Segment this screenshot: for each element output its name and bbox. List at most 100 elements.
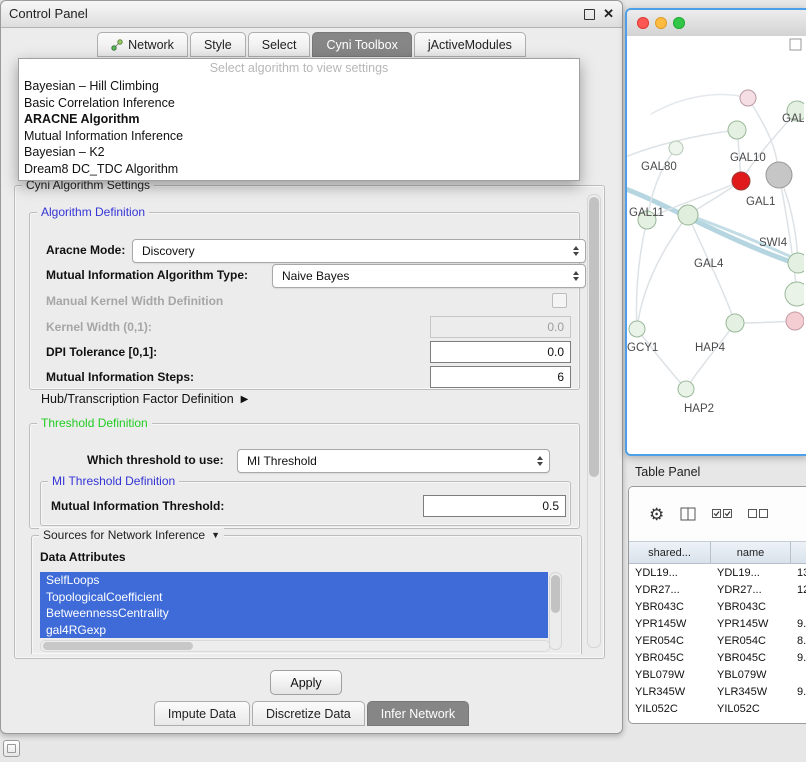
network-edge[interactable] bbox=[627, 188, 804, 268]
kernel-width-field[interactable]: 0.0 bbox=[430, 316, 571, 338]
table-cell: YIL052C bbox=[711, 700, 791, 717]
algorithm-option-bayesian-hill-climbing[interactable]: Bayesian – Hill Climbing bbox=[19, 78, 579, 95]
column-header-2[interactable] bbox=[791, 542, 806, 563]
network-node[interactable] bbox=[669, 141, 683, 155]
mi-type-select[interactable]: Naive Bayes bbox=[272, 264, 586, 288]
manual-kernel-checkbox[interactable] bbox=[552, 293, 567, 308]
tab-jactivemodules[interactable]: jActiveModules bbox=[414, 32, 526, 57]
table-row[interactable]: YBL079WYBL079W bbox=[629, 666, 806, 683]
network-edge[interactable] bbox=[637, 329, 686, 389]
close-icon[interactable]: ✕ bbox=[603, 1, 614, 27]
columns-icon[interactable] bbox=[680, 506, 696, 522]
mac-close-icon[interactable] bbox=[637, 17, 649, 29]
table-row[interactable]: YDR27...YDR27...12 bbox=[629, 581, 806, 598]
column-header-name[interactable]: name bbox=[711, 542, 791, 563]
network-node[interactable] bbox=[740, 90, 756, 106]
network-canvas[interactable]: GALGAL80GAL10GAL11GAL1SWI4GAL4GCY1HAP4HA… bbox=[627, 36, 806, 454]
algorithm-option-mutual-information-inference[interactable]: Mutual Information Inference bbox=[19, 128, 579, 145]
attributes-hscrollbar-thumb[interactable] bbox=[43, 642, 193, 650]
settings-scrollbar-thumb[interactable] bbox=[589, 197, 599, 477]
algorithm-option-basic-correlation-inference[interactable]: Basic Correlation Inference bbox=[19, 95, 579, 112]
attributes-vscrollbar[interactable] bbox=[549, 572, 562, 650]
attribute-item-betweennesscentrality[interactable]: BetweennessCentrality bbox=[40, 605, 548, 622]
tab-network[interactable]: Network bbox=[97, 32, 188, 57]
tab-label: Infer Network bbox=[381, 707, 455, 721]
tab-discretize-data[interactable]: Discretize Data bbox=[252, 701, 365, 726]
sources-group-title: Sources for Network Inference bbox=[43, 528, 205, 543]
network-node[interactable] bbox=[678, 205, 698, 225]
table-cell: 9. bbox=[791, 615, 806, 632]
attribute-item-topologicalcoefficient[interactable]: TopologicalCoefficient bbox=[40, 589, 548, 606]
attribute-item-gal4rgexp[interactable]: gal4RGexp bbox=[40, 622, 548, 639]
attributes-hscrollbar[interactable] bbox=[40, 640, 550, 652]
settings-scrollbar[interactable] bbox=[587, 194, 601, 648]
network-edge[interactable] bbox=[686, 323, 735, 389]
table-row[interactable]: YIL052CYIL052C bbox=[629, 700, 806, 717]
control-panel-titlebar[interactable]: Control Panel ✕ bbox=[1, 1, 622, 28]
node-label-gal11: GAL11 bbox=[629, 207, 664, 219]
column-header-shared[interactable]: shared... bbox=[629, 542, 711, 563]
algorithm-option-bayesian-k2[interactable]: Bayesian – K2 bbox=[19, 144, 579, 161]
data-attributes-list: SelfLoopsTopologicalCoefficientBetweenne… bbox=[40, 572, 548, 638]
tab-cyni-toolbox[interactable]: Cyni Toolbox bbox=[312, 32, 411, 57]
mi-threshold-field[interactable]: 0.5 bbox=[423, 495, 566, 517]
table-cell: YLR345W bbox=[629, 683, 711, 700]
tab-infer-network[interactable]: Infer Network bbox=[367, 701, 469, 726]
table-cell bbox=[791, 700, 806, 717]
mi-threshold-definition-group: MI Threshold Definition Mutual Informati… bbox=[40, 481, 571, 526]
mac-minimize-icon[interactable] bbox=[655, 17, 667, 29]
tab-style[interactable]: Style bbox=[190, 32, 246, 57]
checked-pair-icon[interactable] bbox=[712, 509, 732, 519]
table-row[interactable]: YBR043CYBR043C bbox=[629, 598, 806, 615]
network-window-titlebar[interactable] bbox=[627, 10, 806, 37]
tab-impute-data[interactable]: Impute Data bbox=[154, 701, 250, 726]
network-node[interactable] bbox=[678, 381, 694, 397]
dpi-tolerance-field[interactable]: 0.0 bbox=[430, 341, 571, 363]
tab-label: Network bbox=[128, 38, 174, 52]
network-node[interactable] bbox=[732, 172, 750, 190]
sources-group-toggle[interactable]: Sources for Network Inference ▼ bbox=[39, 528, 224, 543]
table-cell: YDL19... bbox=[711, 564, 791, 581]
network-node[interactable] bbox=[629, 321, 645, 337]
table-cell: YLR345W bbox=[711, 683, 791, 700]
algorithm-option-dream8-dc-tdc-algorithm[interactable]: Dream8 DC_TDC Algorithm bbox=[19, 161, 579, 178]
table-cell: YER054C bbox=[711, 632, 791, 649]
table-cell: YDR27... bbox=[711, 581, 791, 598]
network-node[interactable] bbox=[785, 282, 804, 306]
network-node[interactable] bbox=[726, 314, 744, 332]
tab-label: Discretize Data bbox=[266, 707, 351, 721]
network-edge[interactable] bbox=[779, 175, 797, 294]
hub-tf-definition-toggle[interactable]: Hub/Transcription Factor Definition ▶ bbox=[41, 392, 248, 406]
cyni-algorithm-settings-group: Cyni Algorithm Settings Algorithm Defini… bbox=[14, 185, 605, 659]
tab-select[interactable]: Select bbox=[248, 32, 311, 57]
minimized-panel-icon[interactable] bbox=[3, 740, 20, 757]
threshold-definition-title: Threshold Definition bbox=[37, 416, 152, 431]
apply-button[interactable]: Apply bbox=[270, 670, 342, 695]
network-edge[interactable] bbox=[636, 220, 647, 329]
aracne-mode-select[interactable]: Discovery bbox=[132, 239, 586, 263]
algorithm-option-aracne-algorithm[interactable]: ARACNE Algorithm bbox=[19, 111, 579, 128]
network-edge[interactable] bbox=[651, 95, 748, 114]
network-node[interactable] bbox=[728, 121, 746, 139]
table-row[interactable]: YPR145WYPR145W9. bbox=[629, 615, 806, 632]
unchecked-pair-icon[interactable] bbox=[748, 509, 768, 519]
table-row[interactable]: YER054CYER054C8. bbox=[629, 632, 806, 649]
network-node[interactable] bbox=[786, 312, 804, 330]
table-row[interactable]: YDL19...YDL19...13 bbox=[629, 564, 806, 581]
float-window-icon[interactable] bbox=[584, 9, 595, 20]
node-label-gal1: GAL1 bbox=[746, 196, 775, 208]
which-threshold-select[interactable]: MI Threshold bbox=[237, 449, 550, 473]
network-node[interactable] bbox=[788, 253, 804, 273]
attribute-item-selfloops[interactable]: SelfLoops bbox=[40, 572, 548, 589]
attributes-vscrollbar-thumb[interactable] bbox=[551, 575, 560, 613]
mac-zoom-icon[interactable] bbox=[673, 17, 685, 29]
tab-bar: Network StyleSelectCyni ToolboxjActiveMod… bbox=[1, 32, 622, 57]
table-row[interactable]: YLR345WYLR345W9. bbox=[629, 683, 806, 700]
mi-steps-field[interactable]: 6 bbox=[430, 366, 571, 388]
table-row[interactable]: YBR045CYBR045C9. bbox=[629, 649, 806, 666]
network-node[interactable] bbox=[766, 162, 792, 188]
birdseye-toggle-icon[interactable] bbox=[790, 39, 801, 50]
table-cell: YBR043C bbox=[629, 598, 711, 615]
node-label-hap4: HAP4 bbox=[695, 342, 726, 354]
gear-icon[interactable]: ⚙ bbox=[649, 506, 664, 523]
